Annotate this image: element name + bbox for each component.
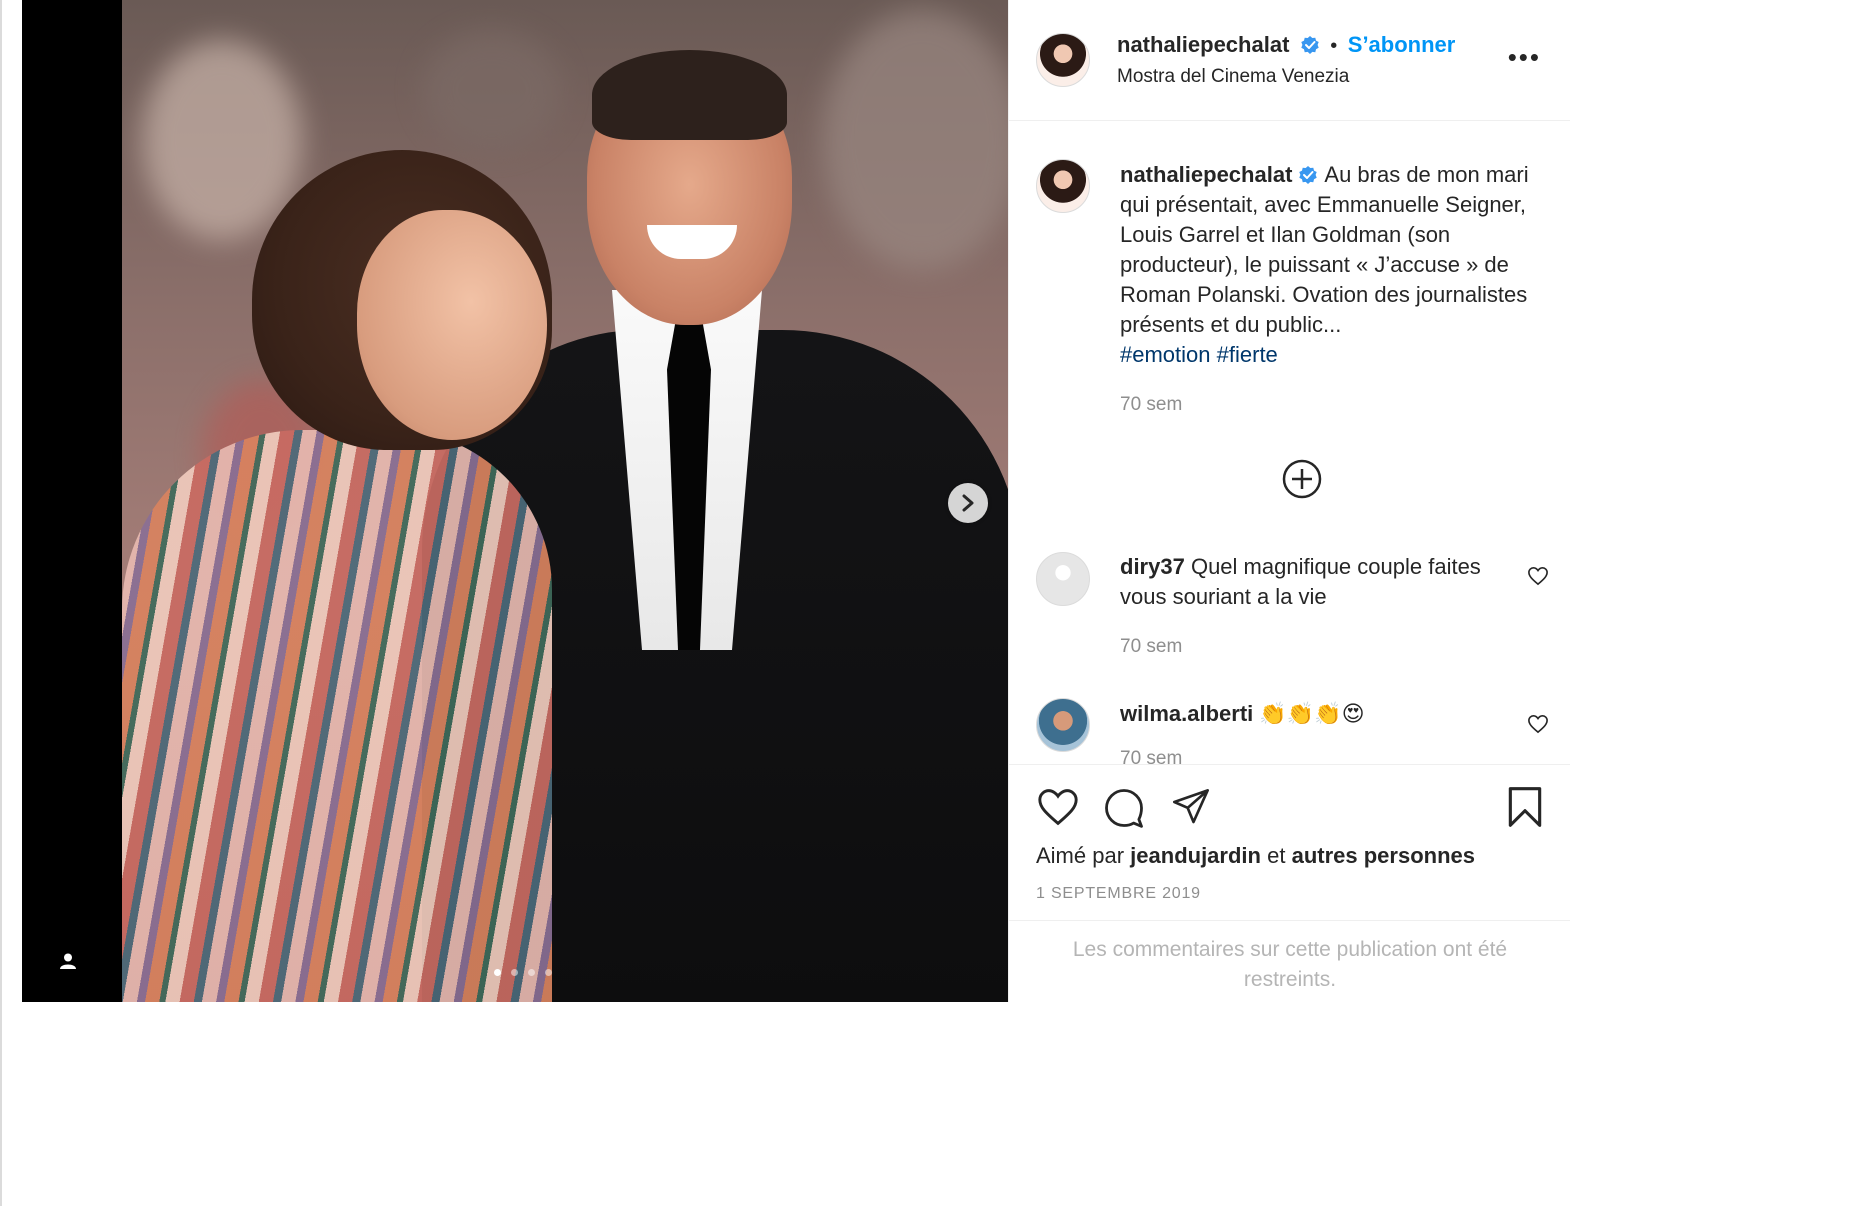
comment-timestamp[interactable]: 70 sem	[1120, 748, 1182, 764]
woman-face	[357, 210, 547, 440]
bokeh-spot	[142, 40, 302, 240]
verified-badge-icon	[1299, 166, 1318, 184]
caption-username[interactable]: nathaliepechalat	[1120, 162, 1292, 187]
comments-list[interactable]: nathaliepechalat Au bras de mon mari qui…	[1009, 122, 1571, 764]
liked-by: Aimé par jeandujardin et autres personne…	[1036, 843, 1475, 869]
liked-by-user[interactable]: jeandujardin	[1130, 843, 1261, 868]
liked-by-conj: et	[1267, 843, 1286, 868]
comment-username[interactable]: diry37	[1120, 554, 1185, 579]
comment-timestamp[interactable]: 70 sem	[1120, 636, 1182, 658]
comment-username[interactable]: wilma.alberti	[1120, 701, 1253, 726]
hashtag-link[interactable]: #emotion	[1120, 342, 1211, 367]
load-more-comments-icon[interactable]	[1281, 458, 1323, 500]
follow-button[interactable]: S’abonner	[1348, 32, 1456, 57]
post-location[interactable]: Mostra del Cinema Venezia	[1117, 66, 1349, 88]
comment-text: 👏👏👏😍	[1259, 701, 1365, 726]
carousel-indicator	[494, 969, 552, 976]
author-username[interactable]: nathaliepechalat	[1117, 32, 1289, 57]
commenter-avatar[interactable]	[1036, 698, 1090, 752]
carousel-next-button[interactable]	[948, 483, 988, 523]
page-background	[2, 1002, 1874, 1206]
post-modal: nathaliepechalat • S’abonner Mostra del …	[0, 0, 1874, 1206]
carousel-dot	[528, 969, 535, 976]
comment-body: diry37 Quel magnifique couple faites vou…	[1120, 552, 1500, 612]
like-comment-heart-icon[interactable]	[1527, 566, 1549, 586]
verified-badge-icon	[1301, 36, 1319, 54]
comment-icon[interactable]	[1102, 787, 1146, 829]
liked-by-others[interactable]: autres personnes	[1292, 843, 1475, 868]
comments-restricted-notice: Les commentaires sur cette publication o…	[1009, 920, 1571, 1007]
caption-body: nathaliepechalat Au bras de mon mari qui…	[1120, 160, 1550, 370]
more-options-icon[interactable]: •••	[1508, 44, 1541, 70]
share-send-icon[interactable]	[1170, 787, 1212, 827]
like-comment-heart-icon[interactable]	[1527, 714, 1549, 734]
man-hair	[592, 50, 787, 140]
tagged-users-button[interactable]	[52, 945, 84, 977]
author-avatar[interactable]	[1036, 33, 1090, 87]
comment-body: wilma.alberti 👏👏👏😍	[1120, 699, 1500, 729]
caption-timestamp[interactable]: 70 sem	[1120, 394, 1182, 416]
post-date[interactable]: 1 SEPTEMBRE 2019	[1036, 885, 1201, 903]
caption-text: Au bras de mon mari qui présentait, avec…	[1120, 162, 1529, 337]
commenter-avatar[interactable]	[1036, 552, 1090, 606]
post-header: nathaliepechalat • S’abonner Mostra del …	[1009, 0, 1571, 121]
post-side-panel: nathaliepechalat • S’abonner Mostra del …	[1008, 0, 1571, 1006]
header-separator: •	[1330, 35, 1338, 57]
bokeh-spot	[822, 10, 1022, 270]
person-icon	[60, 953, 76, 969]
save-bookmark-icon[interactable]	[1506, 785, 1544, 829]
liked-by-prefix: Aimé par	[1036, 843, 1125, 868]
author-avatar[interactable]	[1036, 159, 1090, 213]
chevron-right-icon	[962, 494, 974, 512]
bokeh-spot	[422, 30, 562, 150]
carousel-dot	[494, 969, 501, 976]
post-actions: Aimé par jeandujardin et autres personne…	[1009, 764, 1571, 1006]
carousel-dot	[545, 969, 552, 976]
header-title-row: nathaliepechalat • S’abonner	[1117, 32, 1455, 58]
carousel-dot	[511, 969, 518, 976]
like-heart-icon[interactable]	[1036, 787, 1080, 827]
hashtag-link[interactable]: #fierte	[1217, 342, 1278, 367]
